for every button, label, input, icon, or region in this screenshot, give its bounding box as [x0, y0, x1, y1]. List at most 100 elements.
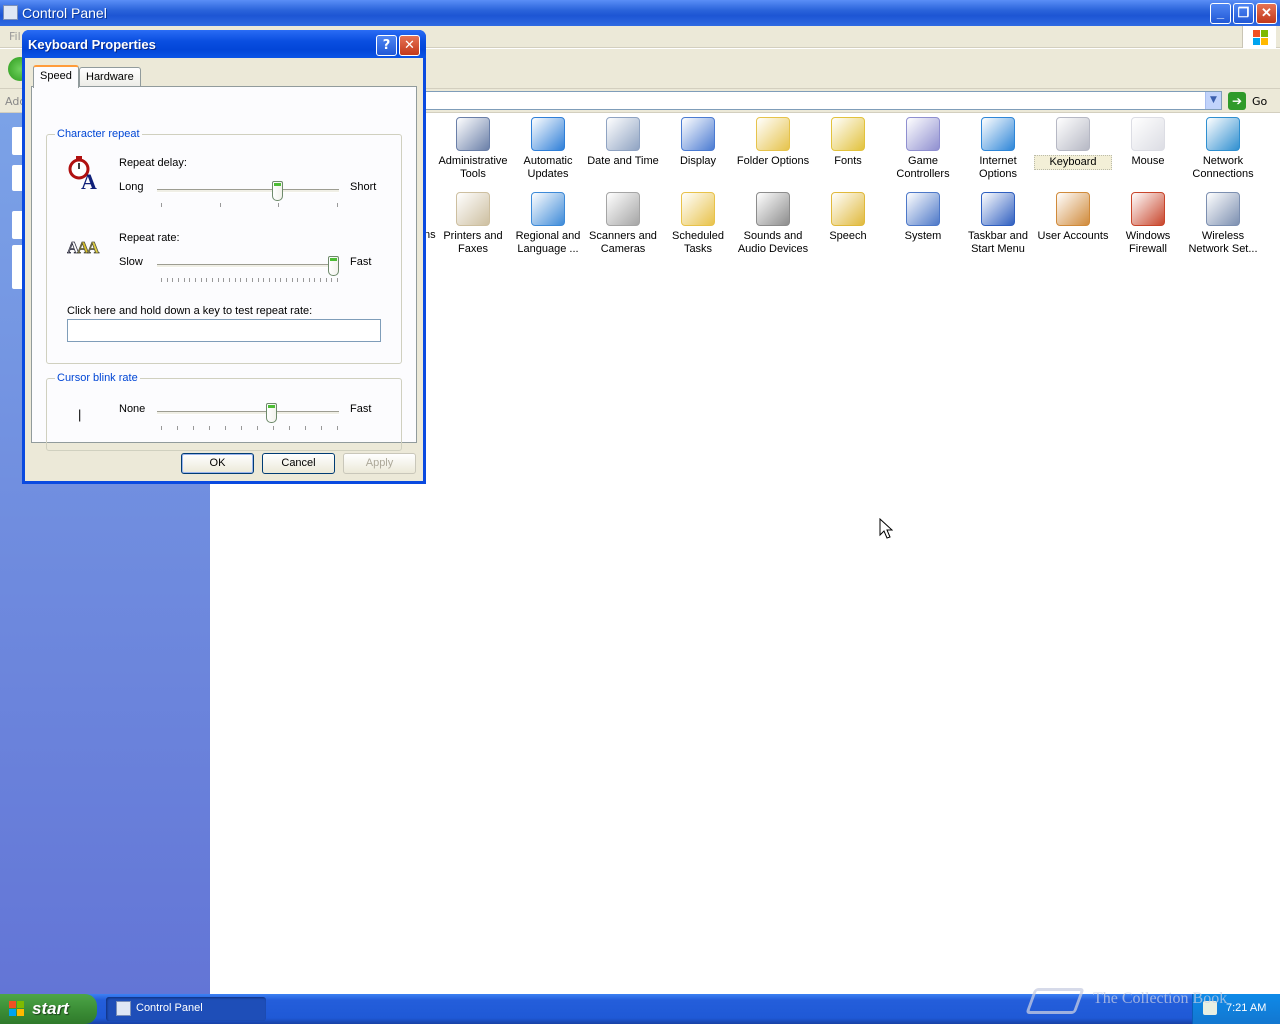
control-panel-item-label: User Accounts	[1037, 230, 1109, 242]
watermark-book-icon	[1025, 988, 1085, 1014]
slider-tick	[200, 278, 202, 282]
internet-options-icon	[981, 117, 1015, 151]
dialog-title-bar[interactable]: Keyboard Properties ? ✕	[22, 30, 426, 58]
cancel-button[interactable]: Cancel	[262, 453, 335, 474]
start-button[interactable]: start	[0, 994, 97, 1024]
control-panel-item-label: Regional and Language ...	[515, 230, 581, 255]
slider-tick	[278, 203, 280, 207]
control-panel-item[interactable]: Printers and Faxes	[434, 192, 512, 256]
slider-tick	[219, 203, 221, 207]
control-panel-item[interactable]: Date and Time	[584, 117, 662, 168]
control-panel-item[interactable]: Administrative Tools	[434, 117, 512, 181]
slider-tick	[263, 278, 265, 282]
windows-logo-icon	[1242, 26, 1276, 48]
slider-tick	[195, 278, 197, 282]
clock[interactable]: 7:21 AM	[1226, 1002, 1266, 1014]
control-panel-item[interactable]: Wireless Network Set...	[1184, 192, 1262, 256]
cursor-preview-icon: |	[78, 407, 82, 422]
menu-file-partial[interactable]: Fil	[9, 30, 21, 43]
slider-tick	[246, 278, 248, 282]
windows-flag-icon	[9, 1001, 24, 1016]
regional-language-icon	[531, 192, 565, 226]
control-panel-item[interactable]: Network Connections	[1184, 117, 1262, 181]
tab-hardware[interactable]: Hardware	[79, 67, 141, 87]
control-panel-item[interactable]: Scheduled Tasks	[659, 192, 737, 256]
go-label: Go	[1252, 95, 1268, 108]
control-panel-item[interactable]: Folder Options	[734, 117, 812, 168]
address-input[interactable]: ▼	[420, 91, 1222, 110]
apply-button[interactable]: Apply	[343, 453, 416, 474]
control-panel-item[interactable]: Regional and Language ...	[509, 192, 587, 256]
control-panel-item[interactable]: Scanners and Cameras	[584, 192, 662, 256]
mouse-pointer-icon	[879, 518, 893, 539]
help-button[interactable]: ?	[376, 35, 397, 56]
control-panel-item-label: Keyboard	[1034, 155, 1112, 170]
printers-faxes-icon	[456, 192, 490, 226]
svg-text:A: A	[81, 169, 97, 191]
main-window-title: Control Panel	[22, 5, 107, 21]
slider-tick	[177, 426, 178, 430]
wireless-network-icon	[1206, 192, 1240, 226]
control-panel-item[interactable]: Fonts	[809, 117, 887, 168]
repeat-delay-thumb[interactable]	[271, 181, 283, 201]
cursor-blink-thumb[interactable]	[266, 403, 278, 423]
tab-speed[interactable]: Speed	[33, 65, 79, 88]
system-icon	[906, 192, 940, 226]
control-panel-item[interactable]: Automatic Updates	[509, 117, 587, 181]
main-title-bar[interactable]: Control Panel _ ❐ ✕	[0, 0, 1280, 26]
scanners-cameras-icon	[606, 192, 640, 226]
control-panel-item[interactable]: System	[884, 192, 962, 243]
slider-tick	[166, 278, 168, 282]
slider-tick	[189, 278, 191, 282]
control-panel-item[interactable]: Mouse	[1109, 117, 1187, 168]
control-panel-item[interactable]: Taskbar and Start Menu	[959, 192, 1037, 256]
dialog-title: Keyboard Properties	[28, 37, 156, 52]
control-panel-item[interactable]: Keyboard	[1034, 117, 1112, 170]
control-panel-item[interactable]: User Accounts	[1034, 192, 1112, 243]
main-close-button[interactable]: ✕	[1256, 3, 1277, 24]
slider-tick	[337, 203, 338, 207]
slider-tick	[161, 426, 162, 430]
slider-tick	[183, 278, 185, 282]
slider-tick	[308, 278, 310, 282]
display-icon	[681, 117, 715, 151]
control-panel-item[interactable]: Internet Options	[959, 117, 1037, 181]
slider-tick	[321, 426, 322, 430]
address-dropdown-icon[interactable]: ▼	[1205, 92, 1221, 109]
restore-button[interactable]: ❐	[1233, 3, 1254, 24]
slider-tick	[319, 278, 321, 282]
admin-tools-icon	[456, 117, 490, 151]
control-panel-item-label: Printers and Faxes	[443, 230, 503, 255]
control-panel-item-label: Speech	[829, 230, 867, 242]
slider-tick	[225, 426, 226, 430]
taskbar-control-panel-button[interactable]: Control Panel	[106, 997, 266, 1021]
automatic-updates-icon	[531, 117, 565, 151]
folder-options-icon	[756, 117, 790, 151]
control-panel-item[interactable]: Sounds and Audio Devices	[734, 192, 812, 256]
keyboard-icon	[1056, 117, 1090, 151]
repeat-delay-ticks	[161, 203, 338, 208]
slider-tick	[241, 426, 242, 430]
slider-tick	[161, 278, 162, 282]
repeat-rate-thumb[interactable]	[328, 256, 339, 276]
minimize-button[interactable]: _	[1210, 3, 1231, 24]
slider-tick	[302, 278, 304, 282]
slider-tick	[273, 426, 274, 430]
control-panel-item[interactable]: Display	[659, 117, 737, 168]
control-panel-item[interactable]: Speech	[809, 192, 887, 243]
ok-button[interactable]: OK	[181, 453, 254, 474]
dialog-close-button[interactable]: ✕	[399, 35, 420, 56]
repeat-delay-right-label: Short	[350, 181, 377, 193]
test-repeat-input[interactable]	[67, 319, 381, 342]
control-panel-item-label: Taskbar and Start Menu	[968, 230, 1028, 255]
slider-tick	[209, 426, 210, 430]
slider-tick	[305, 426, 306, 430]
slider-tick	[161, 203, 162, 207]
go-button[interactable]: ➔ Go	[1228, 92, 1276, 110]
control-panel-item[interactable]: Game Controllers	[884, 117, 962, 181]
game-controllers-icon	[906, 117, 940, 151]
control-panel-item-label: Sounds and Audio Devices	[737, 230, 809, 255]
speed-tab-panel: Character repeat A Repeat delay: Long Sh…	[31, 86, 417, 451]
cursor-blink-ticks	[161, 426, 338, 431]
control-panel-item[interactable]: Windows Firewall	[1109, 192, 1187, 256]
